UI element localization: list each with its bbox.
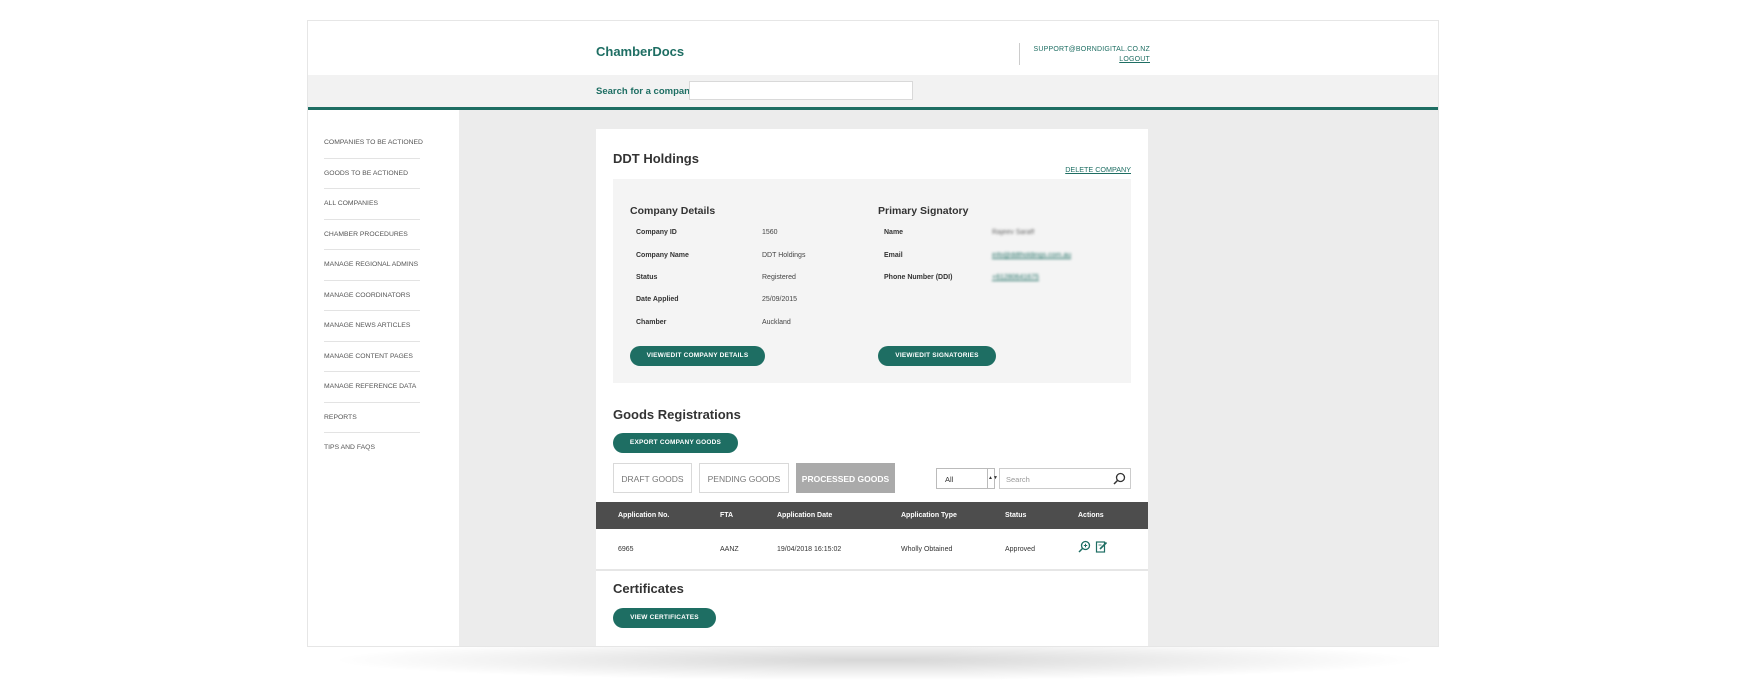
sidebar-item-manage-news-articles[interactable]: MANAGE NEWS ARTICLES <box>324 311 420 342</box>
filter-selected-value: All <box>945 475 954 484</box>
app-window: ChamberDocs SUPPORT@BORNDIGITAL.CO.NZ LO… <box>307 20 1439 647</box>
column-header-status[interactable]: Status <box>1005 512 1026 519</box>
sidebar-item-manage-coordinators[interactable]: MANAGE COORDINATORS <box>324 281 420 311</box>
company-title: DDT Holdings <box>613 151 699 166</box>
detail-label-status: Status <box>636 274 658 281</box>
detail-label-company-name: Company Name <box>636 252 689 259</box>
sidebar-item-goods-to-be-actioned[interactable]: GOODS TO BE ACTIONED <box>324 159 420 189</box>
view-certificates-button[interactable]: VIEW CERTIFICATES <box>613 608 716 628</box>
cell-application-no: 6965 <box>618 546 634 553</box>
cell-application-type: Wholly Obtained <box>901 546 953 553</box>
search-label: Search for a company <box>596 86 696 97</box>
column-header-actions: Actions <box>1078 512 1104 519</box>
detail-value-status: Registered <box>762 274 796 281</box>
cell-application-date: 19/04/2018 16:15:02 <box>777 546 842 553</box>
sidebar-item-all-companies[interactable]: ALL COMPANIES <box>324 189 420 220</box>
sidebar-nav: COMPANIES TO BE ACTIONED GOODS TO BE ACT… <box>308 110 458 646</box>
view-icon[interactable] <box>1078 540 1091 558</box>
detail-value-company-id: 1560 <box>762 229 778 236</box>
tab-draft-goods[interactable]: DRAFT GOODS <box>613 463 692 493</box>
company-search-input[interactable] <box>689 81 913 100</box>
support-email-link[interactable]: SUPPORT@BORNDIGITAL.CO.NZ <box>1034 46 1150 53</box>
column-header-fta[interactable]: FTA <box>720 512 733 519</box>
signatory-value-name: Rajeev Saraff <box>992 229 1035 236</box>
company-panel: DDT Holdings DELETE COMPANY Company Deta… <box>596 129 1148 646</box>
company-search-bar: Search for a company <box>308 75 1438 110</box>
sidebar-item-companies-to-be-actioned[interactable]: COMPANIES TO BE ACTIONED <box>324 128 423 159</box>
sidebar-item-manage-content-pages[interactable]: MANAGE CONTENT PAGES <box>324 342 420 372</box>
view-edit-signatories-button[interactable]: VIEW/EDIT SIGNATORIES <box>878 346 996 366</box>
detail-value-date-applied: 25/09/2015 <box>762 296 798 303</box>
company-details-heading: Company Details <box>630 205 716 217</box>
cell-fta: AANZ <box>720 546 739 553</box>
signatory-label-phone: Phone Number (DDI) <box>884 274 953 281</box>
goods-filter-select[interactable]: All ▲▼ <box>936 468 998 489</box>
detail-label-company-id: Company ID <box>636 229 677 236</box>
header-divider <box>1019 43 1020 65</box>
goods-search-input[interactable]: Search <box>999 468 1131 489</box>
signatory-phone-link[interactable]: +61280641675 <box>992 274 1039 281</box>
signatory-email-link[interactable]: info@ddtholdings.com.au <box>992 252 1071 259</box>
cell-status: Approved <box>1005 546 1035 553</box>
company-details-box: Company Details Company ID 1560 Company … <box>613 179 1131 383</box>
search-icon[interactable] <box>1113 472 1126 490</box>
support-links: SUPPORT@BORNDIGITAL.CO.NZ LOGOUT <box>1034 45 1150 65</box>
goods-table-header: Application No. FTA Application Date App… <box>596 502 1148 529</box>
column-header-application-date[interactable]: Application Date <box>777 512 832 519</box>
logout-link[interactable]: LOGOUT <box>1034 55 1150 65</box>
edit-icon[interactable] <box>1095 540 1108 558</box>
sidebar-item-reports[interactable]: REPORTS <box>324 403 420 433</box>
table-row: 6965 AANZ 19/04/2018 16:15:02 Wholly Obt… <box>596 529 1148 571</box>
primary-signatory-heading: Primary Signatory <box>878 205 969 217</box>
detail-label-date-applied: Date Applied <box>636 296 679 303</box>
chevron-down-icon: ▲▼ <box>987 469 998 488</box>
signatory-label-name: Name <box>884 229 904 236</box>
detail-value-chamber: Auckland <box>762 319 791 326</box>
sidebar-item-tips-and-faqs[interactable]: TIPS AND FAQS <box>324 433 420 464</box>
delete-company-link[interactable]: DELETE COMPANY <box>1065 165 1131 174</box>
signatory-label-email: Email <box>884 252 903 259</box>
view-edit-company-details-button[interactable]: VIEW/EDIT COMPANY DETAILS <box>630 346 765 366</box>
sidebar-item-manage-reference-data[interactable]: MANAGE REFERENCE DATA <box>324 372 420 403</box>
goods-registrations-heading: Goods Registrations <box>613 407 741 422</box>
tab-pending-goods[interactable]: PENDING GOODS <box>699 463 789 493</box>
column-header-application-type[interactable]: Application Type <box>901 512 957 519</box>
export-company-goods-button[interactable]: EXPORT COMPANY GOODS <box>613 433 738 453</box>
column-header-application-no[interactable]: Application No. <box>618 512 669 519</box>
search-placeholder: Search <box>1006 475 1030 484</box>
sidebar-item-chamber-procedures[interactable]: CHAMBER PROCEDURES <box>324 220 420 250</box>
certificates-heading: Certificates <box>613 581 684 596</box>
top-header: ChamberDocs SUPPORT@BORNDIGITAL.CO.NZ LO… <box>308 21 1438 75</box>
tab-processed-goods[interactable]: PROCESSED GOODS <box>796 463 895 493</box>
detail-label-chamber: Chamber <box>636 319 667 326</box>
detail-value-company-name: DDT Holdings <box>762 252 806 259</box>
brand-logo[interactable]: ChamberDocs <box>596 44 684 59</box>
sidebar-item-manage-regional-admins[interactable]: MANAGE REGIONAL ADMINS <box>324 250 420 281</box>
